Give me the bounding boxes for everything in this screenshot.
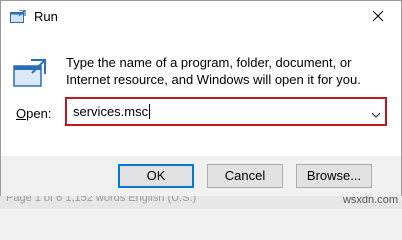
title-bar[interactable]: Run	[1, 1, 401, 33]
open-label: Open:	[16, 106, 52, 121]
background-status-text: Page 1 of 6 1,152 words English (U.S.)	[6, 196, 197, 204]
button-row: OK Cancel Browse...	[1, 156, 401, 196]
ok-button[interactable]: OK	[118, 164, 194, 188]
text-caret	[149, 104, 151, 120]
background-status-bar: Page 1 of 6 1,152 words English (U.S.) w…	[0, 196, 402, 209]
run-app-icon	[10, 9, 26, 24]
chevron-down-icon[interactable]	[371, 107, 381, 118]
close-icon	[372, 10, 384, 25]
dialog-content: Type the name of a program, folder, docu…	[1, 33, 401, 156]
instructions-text: Type the name of a program, folder, docu…	[66, 55, 361, 87]
open-input[interactable]: services.msc	[73, 99, 353, 124]
cancel-button[interactable]: Cancel	[207, 164, 283, 188]
open-combobox[interactable]: services.msc	[65, 97, 387, 126]
close-button[interactable]	[355, 1, 401, 33]
run-large-icon	[13, 58, 47, 88]
window-title: Run	[34, 9, 58, 24]
run-dialog: Run Type the name of a program, folder, …	[0, 0, 402, 196]
browse-button[interactable]: Browse...	[296, 164, 372, 188]
watermark-text: wsxdn.com	[342, 196, 398, 206]
